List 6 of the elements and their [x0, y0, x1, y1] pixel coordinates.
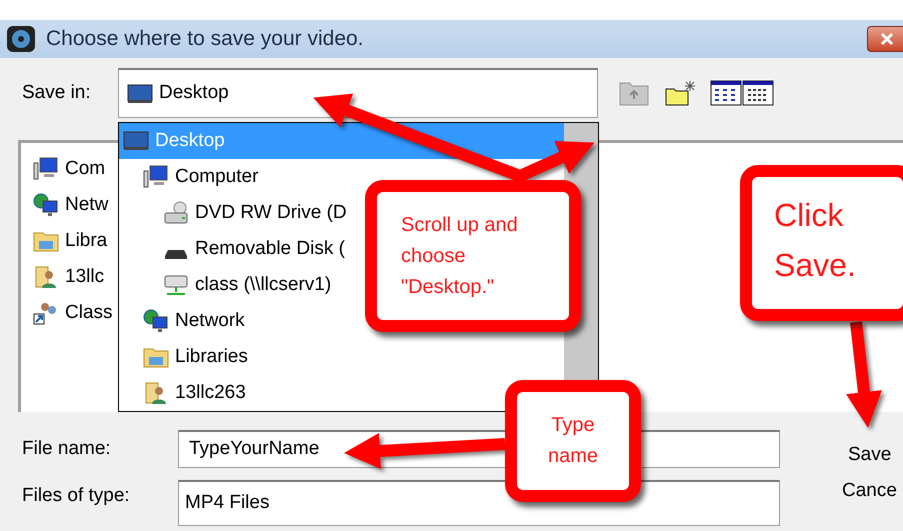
callout-text: Scroll up and choose "Desktop." — [401, 214, 518, 298]
file-name-label: File name: — [22, 436, 112, 461]
save-in-label: Save in: — [22, 80, 92, 105]
window-title: Choose where to save your video. — [46, 26, 364, 52]
callout-text: Click Save. — [774, 197, 856, 283]
file-type-label: Files of type: — [22, 484, 131, 508]
